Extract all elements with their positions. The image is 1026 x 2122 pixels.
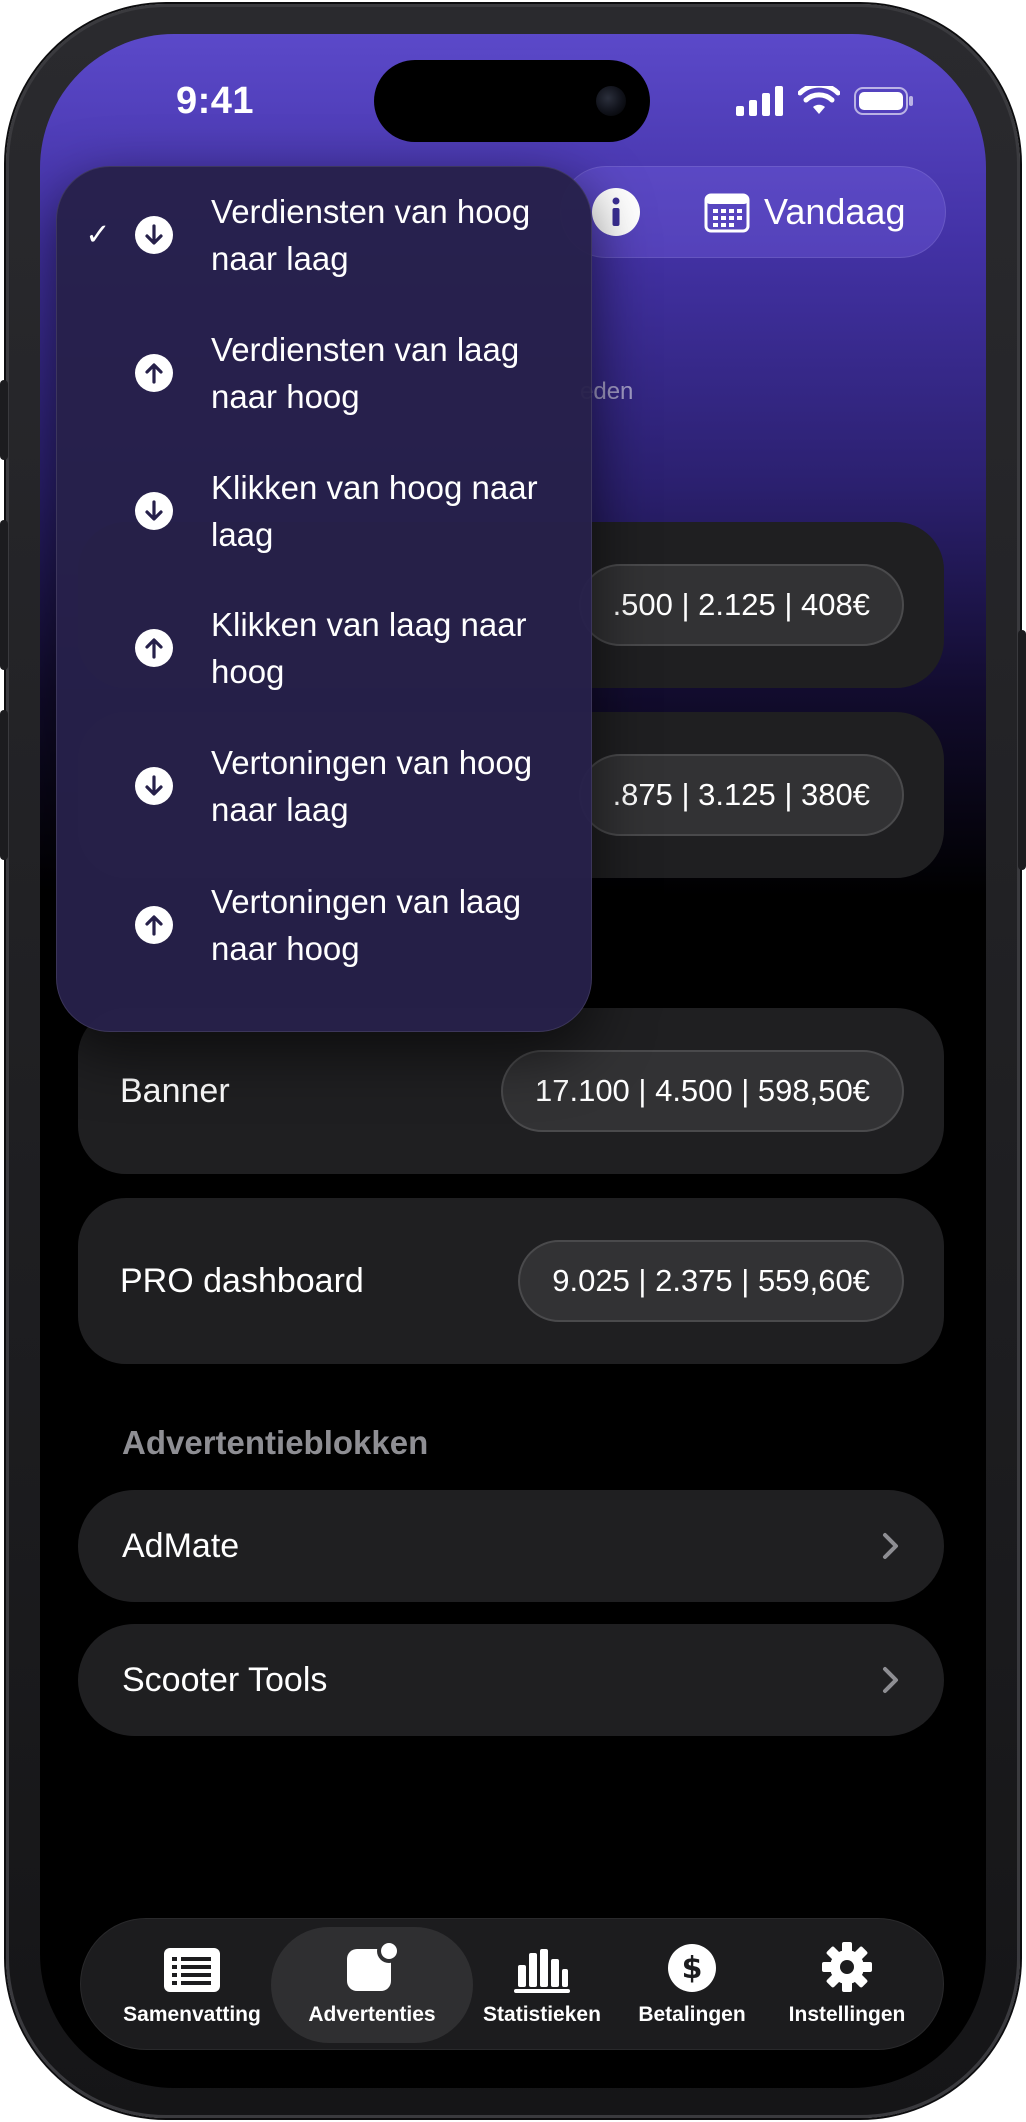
wifi-icon	[798, 86, 840, 114]
status-time: 9:41	[176, 80, 255, 122]
sort-option-label: Verdiensten van laag naar hoog	[211, 331, 520, 415]
sort-option-label: Klikken van hoog naar laag	[211, 469, 538, 553]
tab-statistieken[interactable]: Statistieken	[467, 1919, 617, 2051]
sort-menu: ✓ Verdiensten van hoog naar laag Verdien…	[56, 166, 592, 1032]
section-header-ad-blocks: Advertentieblokken	[122, 1424, 429, 1461]
sort-option-impressions-desc[interactable]: Vertoningen van hoog naar laag	[57, 718, 593, 854]
ad-block-row-admate[interactable]: AdMate	[78, 1490, 944, 1602]
tab-instellingen[interactable]: Instellingen	[767, 1919, 927, 2051]
sort-option-label: Vertoningen van hoog naar laag	[211, 744, 533, 828]
chevron-right-icon	[883, 1667, 898, 1693]
ad-block-label: Scooter Tools	[122, 1660, 328, 1699]
ad-stats-badge: .500 | 2.125 | 408€	[578, 564, 904, 646]
ad-stats-badge: 17.100 | 4.500 | 598,50€	[500, 1050, 904, 1132]
arrow-up-circle-icon	[135, 354, 173, 392]
tab-label: Statistieken	[483, 2003, 601, 2026]
front-camera	[596, 86, 626, 116]
tab-bar: Samenvatting Advertenties Statistieken $…	[80, 1918, 944, 2050]
arrow-down-circle-icon	[135, 492, 173, 530]
tab-label: Samenvatting	[123, 2003, 261, 2026]
info-icon	[592, 188, 640, 236]
checkmark-icon: ✓	[85, 218, 111, 252]
list-icon	[163, 1943, 221, 1993]
date-range-label: Vandaag	[764, 191, 906, 232]
info-button[interactable]	[588, 184, 644, 240]
sort-option-clicks-desc[interactable]: Klikken van hoog naar laag	[57, 443, 593, 579]
sort-option-clicks-asc[interactable]: Klikken van laag naar hoog	[57, 580, 593, 716]
sort-option-impressions-asc[interactable]: Vertoningen van laag naar hoog	[57, 857, 593, 993]
tab-betalingen[interactable]: $ Betalingen	[617, 1919, 767, 2051]
bar-chart-icon	[514, 1943, 570, 1993]
calendar-icon	[704, 193, 750, 233]
tab-label: Betalingen	[638, 2003, 746, 2026]
tab-advertenties[interactable]: Advertenties	[277, 1919, 467, 2051]
ad-stats-badge: .875 | 3.125 | 380€	[578, 754, 904, 836]
screen: 9:41 Vandaag eden .500 | 2.125 | 408€ .8…	[40, 34, 986, 2088]
arrow-down-circle-icon	[135, 216, 173, 254]
status-icons	[736, 86, 914, 116]
ad-block-label: AdMate	[122, 1526, 240, 1565]
ad-card-pro-dashboard[interactable]: PRO dashboard 9.025 | 2.375 | 559,60€	[78, 1198, 944, 1364]
tab-label: Advertenties	[308, 2003, 436, 2026]
arrow-up-circle-icon	[135, 629, 173, 667]
ad-card-banner[interactable]: Banner 17.100 | 4.500 | 598,50€	[78, 1008, 944, 1174]
sort-option-label: Vertoningen van laag naar hoog	[211, 883, 522, 967]
sort-option-earnings-asc[interactable]: Verdiensten van laag naar hoog	[57, 305, 593, 441]
ad-stats-badge: 9.025 | 2.375 | 559,60€	[518, 1240, 904, 1322]
ad-card-label: PRO dashboard	[120, 1261, 364, 1300]
sort-option-label: Klikken van laag naar hoog	[211, 606, 527, 690]
action-button	[0, 380, 8, 460]
cellular-signal-icon	[736, 86, 783, 116]
arrow-up-circle-icon	[135, 906, 173, 944]
sort-option-earnings-desc[interactable]: ✓ Verdiensten van hoog naar laag	[57, 167, 593, 303]
svg-text:$: $	[682, 1951, 703, 1986]
battery-icon	[854, 87, 913, 115]
gear-icon	[821, 1942, 873, 1993]
ad-badge-icon	[345, 1941, 399, 1993]
volume-down-button	[0, 710, 8, 860]
volume-up-button	[0, 520, 8, 670]
arrow-down-circle-icon	[135, 767, 173, 805]
sort-option-label: Verdiensten van hoog naar laag	[211, 193, 531, 277]
dynamic-island	[374, 60, 650, 142]
tab-samenvatting[interactable]: Samenvatting	[107, 1919, 277, 2051]
ad-card-label: Banner	[120, 1071, 230, 1110]
date-range-button[interactable]: Vandaag	[704, 180, 905, 244]
tab-label: Instellingen	[788, 2003, 906, 2026]
ad-block-row-scooter-tools[interactable]: Scooter Tools	[78, 1624, 944, 1736]
chevron-right-icon	[883, 1533, 898, 1559]
power-button	[1018, 630, 1026, 870]
dollar-icon: $	[667, 1943, 717, 1993]
